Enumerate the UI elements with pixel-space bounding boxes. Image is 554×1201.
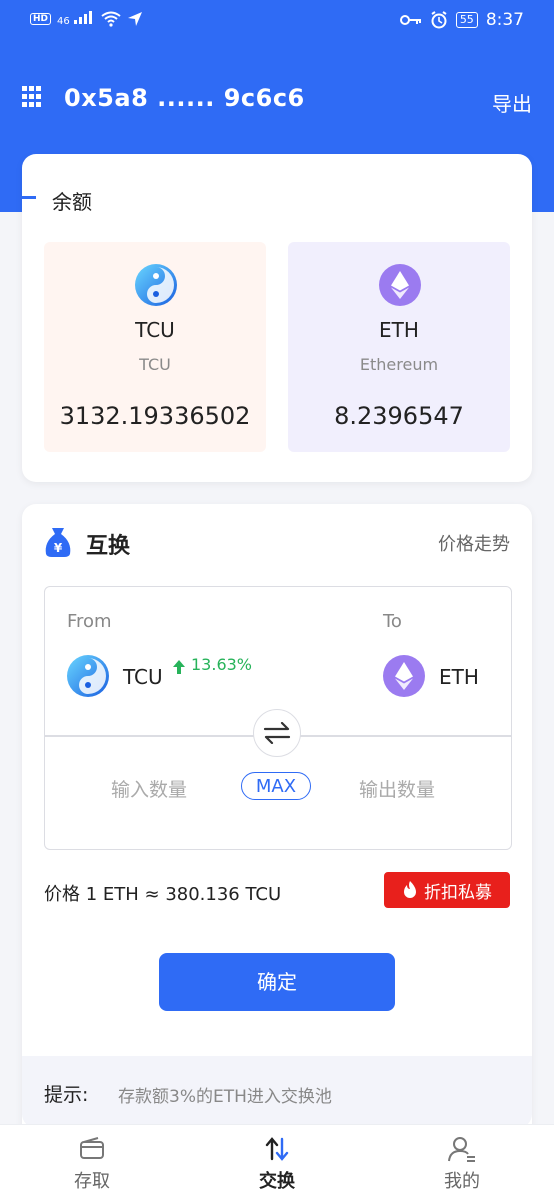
swap-arrows-icon <box>263 722 291 744</box>
qr-code-icon[interactable] <box>22 86 42 108</box>
tab-profile[interactable]: 我的 <box>370 1125 554 1201</box>
asset-name: Ethereum <box>359 355 439 374</box>
max-button[interactable]: MAX <box>241 772 311 800</box>
wifi-icon <box>101 11 121 27</box>
tip-text: 存款额3%的ETH进入交换池 <box>118 1087 332 1107</box>
export-button[interactable]: 导出 <box>492 88 532 117</box>
from-label: From <box>67 611 112 632</box>
money-bag-icon: ¥ <box>45 528 71 557</box>
to-label: To <box>383 611 402 632</box>
asset-name: TCU <box>139 355 171 374</box>
price-trend-link[interactable]: 价格走势 <box>438 530 510 556</box>
asset-tile-tcu[interactable]: TCU TCU 3132.19336502 <box>44 242 266 452</box>
bottom-tab-bar: 存取 交换 我的 <box>0 1124 554 1201</box>
fire-icon <box>404 881 416 898</box>
discount-private-sale-button[interactable]: 折扣私募 <box>384 872 510 908</box>
status-bar: HD 46 55 8:37 <box>0 0 554 42</box>
to-token-symbol[interactable]: ETH <box>439 665 479 689</box>
asset-amount: 3132.19336502 <box>59 402 251 430</box>
exchange-arrows-icon <box>265 1137 289 1161</box>
eth-token-icon[interactable] <box>383 655 425 697</box>
tcu-token-icon[interactable] <box>67 655 109 697</box>
input-amount-field[interactable]: 输入数量 <box>111 775 187 802</box>
alarm-icon <box>431 11 447 29</box>
network-type: 46 <box>57 16 70 27</box>
svg-text:¥: ¥ <box>54 541 63 555</box>
discount-label: 折扣私募 <box>424 882 492 903</box>
battery-icon: 55 <box>455 12 478 28</box>
price-change-percent: 13.63% <box>191 655 253 674</box>
user-icon <box>448 1137 475 1162</box>
from-token-symbol[interactable]: TCU <box>123 665 163 689</box>
swap-title: 互换 <box>86 534 131 559</box>
wallet-address[interactable]: 0x5a8 ...... 9c6c6 <box>64 84 305 112</box>
asset-symbol: ETH <box>379 318 419 342</box>
hd-badge: HD <box>30 12 52 25</box>
tcu-token-icon <box>135 264 177 306</box>
balance-card: 余额 TCU TCU 3132.19336502 ETH Ethereum 8.… <box>22 154 532 482</box>
key-icon <box>399 15 421 25</box>
clock-time: 8:37 <box>485 10 524 30</box>
location-arrow-icon <box>127 11 142 26</box>
swap-direction-button[interactable] <box>253 709 301 757</box>
asset-amount: 8.2396547 <box>334 402 464 430</box>
tab-swap[interactable]: 交换 <box>185 1125 369 1201</box>
swap-box: From To TCU 13.63% ETH 输入数量 MAX 输出数量 <box>44 586 512 850</box>
output-amount-field[interactable]: 输出数量 <box>359 775 435 802</box>
asset-tile-eth[interactable]: ETH Ethereum 8.2396547 <box>288 242 510 452</box>
tab-label: 交换 <box>259 1171 295 1192</box>
tab-label: 存取 <box>74 1171 110 1192</box>
exchange-rate: 价格 1 ETH ≈ 380.136 TCU <box>44 884 282 905</box>
wallet-icon <box>80 1137 104 1159</box>
eth-token-icon <box>379 264 421 306</box>
section-marker <box>22 196 36 199</box>
confirm-button[interactable]: 确定 <box>159 953 395 1011</box>
tip-bar: 提示: 存款额3%的ETH进入交换池 <box>22 1056 532 1128</box>
balance-title: 余额 <box>52 190 92 214</box>
tab-deposit-withdraw[interactable]: 存取 <box>0 1125 184 1201</box>
wallet-header: 0x5a8 ...... 9c6c6 导出 <box>0 70 554 130</box>
tip-label: 提示: <box>44 1084 89 1106</box>
swap-card: ¥ 互换 价格走势 From To TCU 13.63% ETH 输入数量 MA… <box>22 504 532 1164</box>
asset-symbol: TCU <box>135 318 175 342</box>
tab-label: 我的 <box>444 1171 480 1192</box>
arrow-up-icon <box>173 660 185 674</box>
signal-icon: 46 <box>57 10 95 27</box>
